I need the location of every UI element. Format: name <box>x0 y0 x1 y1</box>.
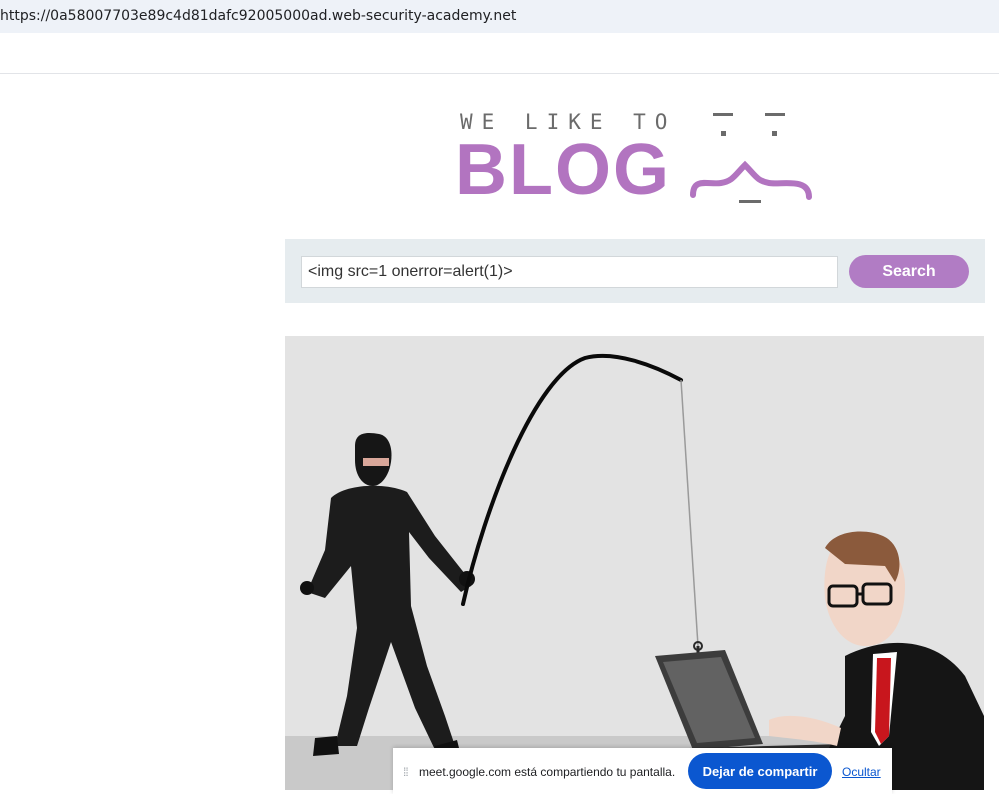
browser-address-bar[interactable]: https://0a58007703e89c4d81dafc92005000ad… <box>0 0 999 33</box>
search-input[interactable] <box>301 256 838 288</box>
logo-face-icon <box>690 113 812 203</box>
site-logo[interactable]: WE LIKE TO BLOG <box>455 100 815 210</box>
share-notice-text: meet.google.com está compartiendo tu pan… <box>419 765 676 779</box>
hide-notice-link[interactable]: Ocultar <box>842 765 881 779</box>
search-button[interactable]: Search <box>849 255 969 288</box>
page-header-strip <box>0 33 999 74</box>
phishing-illustration-icon <box>285 336 984 790</box>
screen-share-notice: ⁞⁞ meet.google.com está compartiendo tu … <box>393 748 892 794</box>
blog-post-image[interactable] <box>285 336 984 790</box>
url-text[interactable]: https://0a58007703e89c4d81dafc92005000ad… <box>0 8 516 24</box>
stop-sharing-button[interactable]: Dejar de compartir <box>688 753 832 789</box>
search-panel: Search <box>285 239 985 303</box>
drag-handle-icon[interactable]: ⁞⁞ <box>403 765 409 779</box>
logo-wordmark: BLOG <box>455 130 671 210</box>
